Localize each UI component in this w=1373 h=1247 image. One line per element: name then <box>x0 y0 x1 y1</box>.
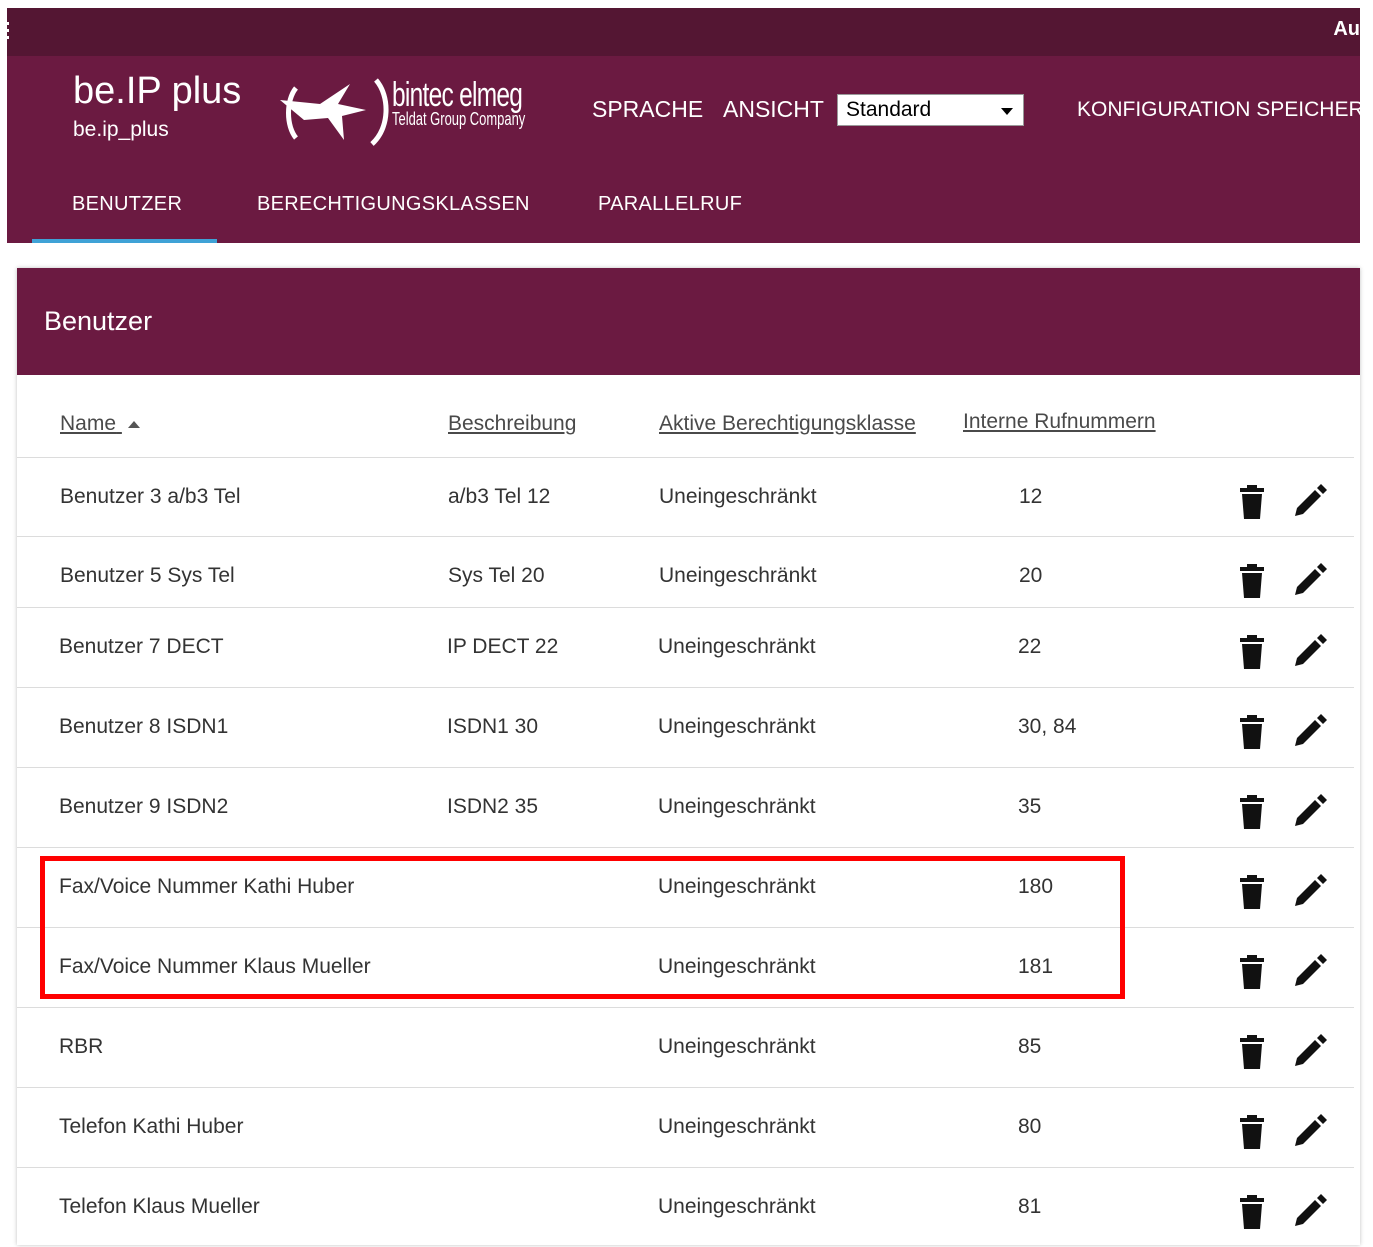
delete-icon[interactable] <box>1239 485 1265 519</box>
cell-description: a/b3 Tel 12 <box>448 485 551 508</box>
cell-class: Uneingeschränkt <box>658 795 816 818</box>
hummingbird-logo-icon <box>280 78 389 146</box>
app-header: be.IP plus be.ip_plus bintec elmeg Telda… <box>7 56 1360 243</box>
delete-icon[interactable] <box>1239 875 1265 909</box>
tab-parallelruf[interactable]: PARALLELRUF <box>598 193 742 216</box>
highlight-box <box>40 856 1125 999</box>
top-bar: Au <box>1 8 1360 56</box>
table-row[interactable]: Benutzer 9 ISDN2 ISDN2 35 Uneingeschränkt 3… <box>17 767 1354 847</box>
edit-pencil-icon[interactable] <box>1293 484 1327 518</box>
cell-name: Benutzer 9 ISDN2 <box>59 795 229 818</box>
cell-class: Uneingeschränkt <box>659 564 817 587</box>
cell-description: Sys Tel 20 <box>448 564 545 587</box>
cell-class: Uneingeschränkt <box>658 715 816 738</box>
table-row[interactable]: Telefon Kathi Huber Uneingeschränkt 80 <box>17 1087 1354 1167</box>
sort-ascending-icon <box>127 420 140 428</box>
cell-name: Telefon Klaus Mueller <box>59 1195 260 1218</box>
active-tab-indicator <box>32 239 217 243</box>
table-row[interactable]: RBR Uneingeschränkt 85 <box>17 1007 1354 1087</box>
delete-icon[interactable] <box>1239 795 1265 829</box>
logo-tagline: Teldat Group Company <box>392 109 526 129</box>
edit-pencil-icon[interactable] <box>1293 1194 1327 1228</box>
table-row[interactable]: Benutzer 8 ISDN1 ISDN1 30 Uneingeschränkt 3… <box>17 687 1354 767</box>
cell-numbers: 12 <box>1019 485 1043 508</box>
cell-name: Telefon Kathi Huber <box>59 1115 244 1138</box>
cell-name: Benutzer 7 DECT <box>59 635 224 658</box>
table-row[interactable]: Benutzer 7 DECT IP DECT 22 Uneingeschränkt… <box>17 607 1354 687</box>
cell-numbers: 35 <box>1018 795 1042 818</box>
table-row[interactable]: Benutzer 3 a/b3 Tel a/b3 Tel 12 Uneingesch… <box>17 457 1354 537</box>
device-title: be.IP plus <box>73 70 242 112</box>
cell-description: ISDN1 30 <box>447 715 539 738</box>
language-menu[interactable]: SPRACHE <box>592 96 703 123</box>
cell-name: Benutzer 3 a/b3 Tel <box>60 485 241 508</box>
cell-class: Uneingeschränkt <box>658 635 816 658</box>
edit-pencil-icon[interactable] <box>1293 714 1327 748</box>
cell-description: IP DECT 22 <box>447 635 559 658</box>
cell-numbers: 20 <box>1019 564 1043 587</box>
delete-icon[interactable] <box>1239 1035 1265 1069</box>
cell-class: Uneingeschränkt <box>658 1035 816 1058</box>
cell-class: Uneingeschränkt <box>659 485 817 508</box>
tab-berechtigungsklassen[interactable]: BERECHTIGUNGSKLASSEN <box>257 193 530 216</box>
column-header-class[interactable]: Aktive Berechtigungsklasse <box>659 412 916 436</box>
edit-pencil-icon[interactable] <box>1293 954 1327 988</box>
column-header-numbers[interactable]: Interne Rufnummern <box>963 410 1156 434</box>
cell-name: Benutzer 5 Sys Tel <box>60 564 235 587</box>
edit-pencil-icon[interactable] <box>1293 1114 1327 1148</box>
delete-icon[interactable] <box>1239 564 1265 598</box>
delete-icon[interactable] <box>1239 1115 1265 1149</box>
edit-pencil-icon[interactable] <box>1293 794 1327 828</box>
edit-pencil-icon[interactable] <box>1293 874 1327 908</box>
tab-bar: BENUTZER BERECHTIGUNGSKLASSEN PARALLELRU… <box>7 181 1360 243</box>
delete-icon[interactable] <box>1239 715 1265 749</box>
cell-numbers: 80 <box>1018 1115 1042 1138</box>
cell-class: Uneingeschränkt <box>658 1115 816 1138</box>
cell-numbers: 30, 84 <box>1018 715 1077 738</box>
save-config-button[interactable]: KONFIGURATION SPEICHERN <box>1077 98 1360 122</box>
delete-icon[interactable] <box>1239 955 1265 989</box>
edit-pencil-icon[interactable] <box>1293 563 1327 597</box>
delete-icon[interactable] <box>1239 635 1265 669</box>
cell-numbers: 22 <box>1018 635 1042 658</box>
panel-title: Benutzer <box>44 306 153 336</box>
top-bar-right-text[interactable]: Au <box>1333 18 1360 41</box>
edit-pencil-icon[interactable] <box>1293 634 1327 668</box>
edit-pencil-icon[interactable] <box>1293 1034 1327 1068</box>
cell-class: Uneingeschränkt <box>658 1195 816 1218</box>
menu-icon[interactable] <box>1 22 15 42</box>
chevron-down-icon <box>1001 108 1013 115</box>
cell-name: RBR <box>59 1035 104 1058</box>
column-header-name-label: Name <box>60 412 117 435</box>
cell-name: Benutzer 8 ISDN1 <box>59 715 229 738</box>
table-row[interactable]: Telefon Klaus Mueller Uneingeschränkt 81 <box>17 1167 1354 1247</box>
cell-numbers: 85 <box>1018 1035 1042 1058</box>
cell-description: ISDN2 35 <box>447 795 539 818</box>
device-hostname: be.ip_plus <box>73 118 169 141</box>
view-select[interactable]: Standard <box>837 94 1024 126</box>
brand-logo-text: bintec elmeg Teldat Group Company <box>392 76 577 130</box>
column-header-name[interactable]: Name <box>60 412 140 436</box>
panel-header: Benutzer <box>17 268 1360 375</box>
view-select-value: Standard <box>846 98 932 121</box>
view-label: ANSICHT <box>723 96 824 122</box>
column-header-description[interactable]: Beschreibung <box>448 412 576 436</box>
cell-numbers: 81 <box>1018 1195 1042 1218</box>
tab-benutzer[interactable]: BENUTZER <box>72 193 182 216</box>
table-row[interactable]: Benutzer 5 Sys Tel Sys Tel 20 Uneingeschrä… <box>17 536 1354 616</box>
delete-icon[interactable] <box>1239 1195 1265 1229</box>
users-panel: Benutzer Name Beschreibung Aktive Berech… <box>17 268 1360 1245</box>
